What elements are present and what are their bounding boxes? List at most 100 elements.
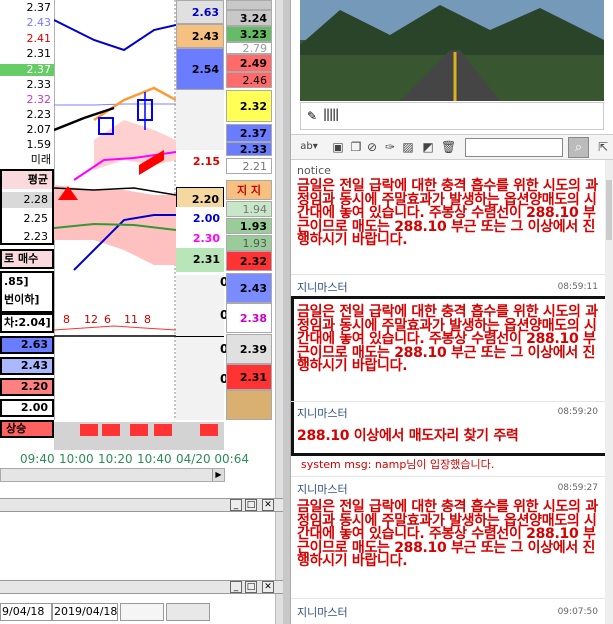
message-sender: 지니마스터 [297, 407, 348, 420]
price-box[interactable]: 2.63 [176, 0, 224, 24]
eraser-icon[interactable]: ◩ [421, 140, 435, 154]
font-style-button[interactable]: ab▾ [297, 140, 321, 154]
value-cell[interactable]: 2.43 [226, 273, 272, 303]
value-cell[interactable]: 3.23 [226, 26, 272, 42]
price-level[interactable]: 2.23 [0, 109, 54, 121]
avg-value: 2.28 [2, 192, 52, 208]
boxed-value[interactable]: 2.00 [0, 399, 54, 417]
date-button[interactable] [166, 603, 210, 621]
close-icon[interactable]: ✕ [262, 581, 274, 593]
message-time: 08:59:11 [557, 282, 598, 292]
chart-label: 8 [63, 313, 70, 326]
note-text: 번이하] [4, 293, 40, 306]
value-cell[interactable]: 2.79 [226, 42, 272, 55]
value-cell[interactable]: 2.31 [226, 364, 272, 390]
minimize-icon[interactable]: _ [230, 581, 242, 593]
value-cell[interactable]: 1.93 [226, 218, 272, 234]
time-tick: 10:40 [137, 452, 172, 466]
minimize-icon[interactable]: _ [230, 499, 242, 511]
trading-panel: 2.37 2.43 2.41 2.31 2.37 2.33 2.32 2.23 … [0, 0, 283, 624]
avg-label: 평균 [2, 171, 52, 189]
price-level[interactable]: 2.41 [0, 33, 54, 45]
chat-scrollbar[interactable] [605, 160, 613, 624]
value-cell[interactable]: 2.46 [226, 72, 272, 88]
search-icon[interactable]: ⌕ [568, 137, 589, 158]
scroll-right-icon[interactable]: ▶ [212, 469, 224, 481]
message-sender: 지니마스터 [297, 606, 348, 619]
chart-label: 12 [84, 313, 98, 326]
close-icon[interactable]: ✕ [262, 499, 274, 511]
time-tick: 04/20 00:64 [176, 452, 249, 466]
chat-message: 금일은 전일 급락에 대한 충격 흡수를 위한 시도의 과정임과 동시에 주말효… [297, 499, 598, 569]
barcode-icon[interactable]: ||||| [323, 107, 339, 121]
message-sender: 지니마스터 [297, 483, 348, 496]
value-cell[interactable]: 1.93 [226, 235, 272, 251]
maximize-icon[interactable]: □ [245, 581, 257, 593]
avg-value: 2.25 [23, 212, 49, 225]
avg-box: 평균 2.28 2.25 2.23 [0, 169, 54, 245]
time-tick: 09:40 [20, 452, 55, 466]
avg-value: 2.23 [23, 230, 49, 243]
price-box[interactable]: 2.43 [176, 24, 224, 48]
pen-icon[interactable]: ✎ [307, 109, 317, 123]
trash-icon[interactable]: 🗑 [441, 140, 456, 154]
chat-panel: ✎ ||||| ab▾ ▣ ❐ ⊘ ✑ ▨ ◩ 🗑 ⌕ ⇱ notice 금일은… [290, 0, 613, 624]
price-level[interactable]: 2.32 [0, 94, 54, 106]
highlight-icon[interactable]: ▨ [401, 140, 415, 154]
price-level[interactable]: 2.37 [0, 64, 54, 76]
price-level[interactable]: 2.33 [0, 79, 54, 91]
price-box[interactable]: 2.54 [176, 48, 224, 90]
pane-splitter[interactable] [283, 0, 290, 624]
note-text: .85] [4, 275, 29, 288]
boxed-value[interactable]: 2.43 [0, 357, 54, 375]
popout-icon[interactable]: ⇱ [596, 140, 610, 154]
chat-toolbar: ab▾ ▣ ❐ ⊘ ✑ ▨ ◩ 🗑 ⌕ ⇱ [291, 134, 613, 160]
block-icon[interactable]: ⊘ [365, 140, 379, 154]
pin-off-icon[interactable]: ✑ [383, 140, 397, 154]
value-cell[interactable]: 2.38 [226, 303, 272, 333]
value-cell[interactable]: 2.32 [226, 90, 272, 122]
signal-strip [54, 422, 224, 450]
chart-label: 6 [104, 313, 111, 326]
maximize-icon[interactable]: □ [245, 499, 257, 511]
date-field[interactable]: 9/04/18 [0, 603, 52, 621]
support-label: 지 지 [226, 180, 272, 200]
sub-window-titlebar: _ □ ✕ [0, 498, 283, 512]
price-box-column: 2.63 2.43 2.54 0 0 0 0 [176, 0, 228, 420]
buy-label: 로 매수 [0, 249, 54, 269]
price-level[interactable]: 2.37 [0, 2, 54, 14]
price-chart[interactable] [54, 0, 176, 420]
price-level[interactable]: 2.43 [0, 17, 54, 29]
date-button[interactable] [120, 603, 164, 621]
value-cell[interactable]: 3.24 [226, 10, 272, 26]
value-cell[interactable]: 1.94 [226, 201, 272, 217]
copy-icon[interactable]: ❐ [349, 140, 363, 154]
notice-label: notice [297, 164, 331, 177]
search-input[interactable] [465, 138, 563, 157]
value-cell[interactable]: 2.21 [226, 158, 272, 174]
message-time: 08:59:20 [557, 407, 598, 417]
value-cell[interactable]: 2.33 [226, 142, 272, 156]
boxed-value[interactable]: 2.20 [0, 378, 54, 396]
price-level[interactable]: 1.59 [0, 139, 54, 151]
chart-label: 11 [124, 313, 138, 326]
chat-message: 288.10 이상에서 매도자리 찾기 주력 [297, 428, 519, 444]
message-time: 09:07:50 [557, 607, 598, 617]
price-level[interactable]: 2.31 [0, 48, 54, 60]
time-axis: 09:40 10:00 10:20 10:40 04/20 00:64 [0, 450, 249, 468]
vertical-scrollbar[interactable] [275, 0, 283, 624]
price-level[interactable]: 미래 [0, 154, 54, 166]
note-box: .85] 번이하] [0, 271, 54, 313]
value-cell[interactable]: 2.49 [226, 54, 272, 72]
system-message: system msg: namp님이 입장했습니다. [301, 458, 495, 471]
date-field[interactable]: 2019/04/18 [52, 603, 118, 621]
chat-messages[interactable]: notice 금일은 전일 급락에 대한 충격 흡수를 위한 시도의 과정임과 … [291, 160, 613, 624]
value-cell[interactable]: 2.37 [226, 124, 272, 142]
layout-icon[interactable]: ▣ [331, 140, 345, 154]
horizontal-scrollbar[interactable]: ▶ [0, 468, 225, 482]
value-bar: 3.24 3.23 2.79 2.49 2.46 2.32 2.37 2.33 … [226, 0, 274, 420]
value-cell[interactable]: 2.39 [226, 334, 272, 364]
boxed-value[interactable]: 2.63 [0, 336, 54, 354]
value-cell[interactable]: 2.32 [226, 251, 272, 271]
price-level[interactable]: 2.07 [0, 124, 54, 136]
